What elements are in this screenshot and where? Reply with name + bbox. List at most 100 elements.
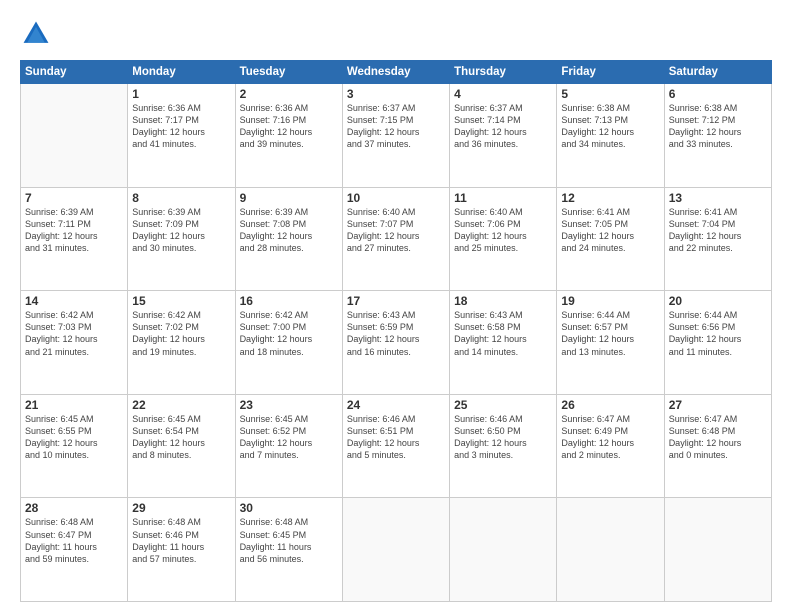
day-number: 2 xyxy=(240,87,338,101)
calendar-cell: 8Sunrise: 6:39 AM Sunset: 7:09 PM Daylig… xyxy=(128,187,235,291)
day-number: 9 xyxy=(240,191,338,205)
day-info: Sunrise: 6:47 AM Sunset: 6:48 PM Dayligh… xyxy=(669,413,767,462)
calendar-week-row: 1Sunrise: 6:36 AM Sunset: 7:17 PM Daylig… xyxy=(21,84,772,188)
calendar-week-row: 28Sunrise: 6:48 AM Sunset: 6:47 PM Dayli… xyxy=(21,498,772,602)
calendar-cell: 7Sunrise: 6:39 AM Sunset: 7:11 PM Daylig… xyxy=(21,187,128,291)
day-number: 27 xyxy=(669,398,767,412)
calendar-cell xyxy=(342,498,449,602)
day-info: Sunrise: 6:40 AM Sunset: 7:07 PM Dayligh… xyxy=(347,206,445,255)
weekday-header-friday: Friday xyxy=(557,61,664,84)
page: SundayMondayTuesdayWednesdayThursdayFrid… xyxy=(0,0,792,612)
day-info: Sunrise: 6:39 AM Sunset: 7:11 PM Dayligh… xyxy=(25,206,123,255)
day-number: 21 xyxy=(25,398,123,412)
calendar-cell: 4Sunrise: 6:37 AM Sunset: 7:14 PM Daylig… xyxy=(450,84,557,188)
calendar-cell: 19Sunrise: 6:44 AM Sunset: 6:57 PM Dayli… xyxy=(557,291,664,395)
day-info: Sunrise: 6:39 AM Sunset: 7:09 PM Dayligh… xyxy=(132,206,230,255)
calendar-cell: 22Sunrise: 6:45 AM Sunset: 6:54 PM Dayli… xyxy=(128,394,235,498)
calendar-cell: 24Sunrise: 6:46 AM Sunset: 6:51 PM Dayli… xyxy=(342,394,449,498)
day-number: 30 xyxy=(240,501,338,515)
calendar-cell: 9Sunrise: 6:39 AM Sunset: 7:08 PM Daylig… xyxy=(235,187,342,291)
day-number: 3 xyxy=(347,87,445,101)
day-number: 28 xyxy=(25,501,123,515)
day-info: Sunrise: 6:45 AM Sunset: 6:55 PM Dayligh… xyxy=(25,413,123,462)
calendar-week-row: 7Sunrise: 6:39 AM Sunset: 7:11 PM Daylig… xyxy=(21,187,772,291)
day-number: 26 xyxy=(561,398,659,412)
day-number: 24 xyxy=(347,398,445,412)
day-info: Sunrise: 6:44 AM Sunset: 6:57 PM Dayligh… xyxy=(561,309,659,358)
calendar-cell: 6Sunrise: 6:38 AM Sunset: 7:12 PM Daylig… xyxy=(664,84,771,188)
calendar-cell xyxy=(664,498,771,602)
calendar-cell: 28Sunrise: 6:48 AM Sunset: 6:47 PM Dayli… xyxy=(21,498,128,602)
calendar-cell: 26Sunrise: 6:47 AM Sunset: 6:49 PM Dayli… xyxy=(557,394,664,498)
day-info: Sunrise: 6:39 AM Sunset: 7:08 PM Dayligh… xyxy=(240,206,338,255)
calendar-cell: 30Sunrise: 6:48 AM Sunset: 6:45 PM Dayli… xyxy=(235,498,342,602)
day-number: 20 xyxy=(669,294,767,308)
calendar-cell: 13Sunrise: 6:41 AM Sunset: 7:04 PM Dayli… xyxy=(664,187,771,291)
day-number: 8 xyxy=(132,191,230,205)
day-number: 15 xyxy=(132,294,230,308)
weekday-header-wednesday: Wednesday xyxy=(342,61,449,84)
day-number: 17 xyxy=(347,294,445,308)
day-info: Sunrise: 6:36 AM Sunset: 7:16 PM Dayligh… xyxy=(240,102,338,151)
weekday-header-sunday: Sunday xyxy=(21,61,128,84)
day-number: 10 xyxy=(347,191,445,205)
calendar-cell: 17Sunrise: 6:43 AM Sunset: 6:59 PM Dayli… xyxy=(342,291,449,395)
calendar-cell: 18Sunrise: 6:43 AM Sunset: 6:58 PM Dayli… xyxy=(450,291,557,395)
day-number: 19 xyxy=(561,294,659,308)
calendar-cell xyxy=(450,498,557,602)
calendar-week-row: 21Sunrise: 6:45 AM Sunset: 6:55 PM Dayli… xyxy=(21,394,772,498)
calendar-cell xyxy=(557,498,664,602)
calendar-cell: 3Sunrise: 6:37 AM Sunset: 7:15 PM Daylig… xyxy=(342,84,449,188)
day-info: Sunrise: 6:48 AM Sunset: 6:46 PM Dayligh… xyxy=(132,516,230,565)
day-info: Sunrise: 6:40 AM Sunset: 7:06 PM Dayligh… xyxy=(454,206,552,255)
day-number: 23 xyxy=(240,398,338,412)
logo-icon xyxy=(20,18,52,50)
day-info: Sunrise: 6:48 AM Sunset: 6:45 PM Dayligh… xyxy=(240,516,338,565)
day-number: 5 xyxy=(561,87,659,101)
day-info: Sunrise: 6:45 AM Sunset: 6:52 PM Dayligh… xyxy=(240,413,338,462)
calendar-cell: 15Sunrise: 6:42 AM Sunset: 7:02 PM Dayli… xyxy=(128,291,235,395)
calendar-cell: 5Sunrise: 6:38 AM Sunset: 7:13 PM Daylig… xyxy=(557,84,664,188)
day-number: 18 xyxy=(454,294,552,308)
day-info: Sunrise: 6:38 AM Sunset: 7:12 PM Dayligh… xyxy=(669,102,767,151)
calendar-table: SundayMondayTuesdayWednesdayThursdayFrid… xyxy=(20,60,772,602)
day-info: Sunrise: 6:41 AM Sunset: 7:05 PM Dayligh… xyxy=(561,206,659,255)
calendar-cell: 20Sunrise: 6:44 AM Sunset: 6:56 PM Dayli… xyxy=(664,291,771,395)
day-info: Sunrise: 6:42 AM Sunset: 7:00 PM Dayligh… xyxy=(240,309,338,358)
weekday-header-monday: Monday xyxy=(128,61,235,84)
day-info: Sunrise: 6:43 AM Sunset: 6:58 PM Dayligh… xyxy=(454,309,552,358)
calendar-cell: 2Sunrise: 6:36 AM Sunset: 7:16 PM Daylig… xyxy=(235,84,342,188)
weekday-header-thursday: Thursday xyxy=(450,61,557,84)
day-number: 16 xyxy=(240,294,338,308)
header xyxy=(20,18,772,50)
day-info: Sunrise: 6:38 AM Sunset: 7:13 PM Dayligh… xyxy=(561,102,659,151)
day-info: Sunrise: 6:36 AM Sunset: 7:17 PM Dayligh… xyxy=(132,102,230,151)
day-number: 25 xyxy=(454,398,552,412)
day-info: Sunrise: 6:46 AM Sunset: 6:50 PM Dayligh… xyxy=(454,413,552,462)
day-number: 22 xyxy=(132,398,230,412)
calendar-cell: 11Sunrise: 6:40 AM Sunset: 7:06 PM Dayli… xyxy=(450,187,557,291)
calendar-week-row: 14Sunrise: 6:42 AM Sunset: 7:03 PM Dayli… xyxy=(21,291,772,395)
day-number: 7 xyxy=(25,191,123,205)
calendar-cell: 1Sunrise: 6:36 AM Sunset: 7:17 PM Daylig… xyxy=(128,84,235,188)
calendar-cell: 25Sunrise: 6:46 AM Sunset: 6:50 PM Dayli… xyxy=(450,394,557,498)
weekday-header-row: SundayMondayTuesdayWednesdayThursdayFrid… xyxy=(21,61,772,84)
day-info: Sunrise: 6:42 AM Sunset: 7:03 PM Dayligh… xyxy=(25,309,123,358)
calendar-cell: 10Sunrise: 6:40 AM Sunset: 7:07 PM Dayli… xyxy=(342,187,449,291)
day-info: Sunrise: 6:45 AM Sunset: 6:54 PM Dayligh… xyxy=(132,413,230,462)
day-info: Sunrise: 6:37 AM Sunset: 7:15 PM Dayligh… xyxy=(347,102,445,151)
day-info: Sunrise: 6:48 AM Sunset: 6:47 PM Dayligh… xyxy=(25,516,123,565)
day-number: 13 xyxy=(669,191,767,205)
weekday-header-tuesday: Tuesday xyxy=(235,61,342,84)
calendar-cell: 14Sunrise: 6:42 AM Sunset: 7:03 PM Dayli… xyxy=(21,291,128,395)
calendar-cell: 27Sunrise: 6:47 AM Sunset: 6:48 PM Dayli… xyxy=(664,394,771,498)
calendar-cell: 21Sunrise: 6:45 AM Sunset: 6:55 PM Dayli… xyxy=(21,394,128,498)
day-number: 14 xyxy=(25,294,123,308)
logo xyxy=(20,18,56,50)
day-number: 6 xyxy=(669,87,767,101)
calendar-cell: 29Sunrise: 6:48 AM Sunset: 6:46 PM Dayli… xyxy=(128,498,235,602)
day-info: Sunrise: 6:43 AM Sunset: 6:59 PM Dayligh… xyxy=(347,309,445,358)
day-info: Sunrise: 6:37 AM Sunset: 7:14 PM Dayligh… xyxy=(454,102,552,151)
calendar-cell: 23Sunrise: 6:45 AM Sunset: 6:52 PM Dayli… xyxy=(235,394,342,498)
day-info: Sunrise: 6:46 AM Sunset: 6:51 PM Dayligh… xyxy=(347,413,445,462)
